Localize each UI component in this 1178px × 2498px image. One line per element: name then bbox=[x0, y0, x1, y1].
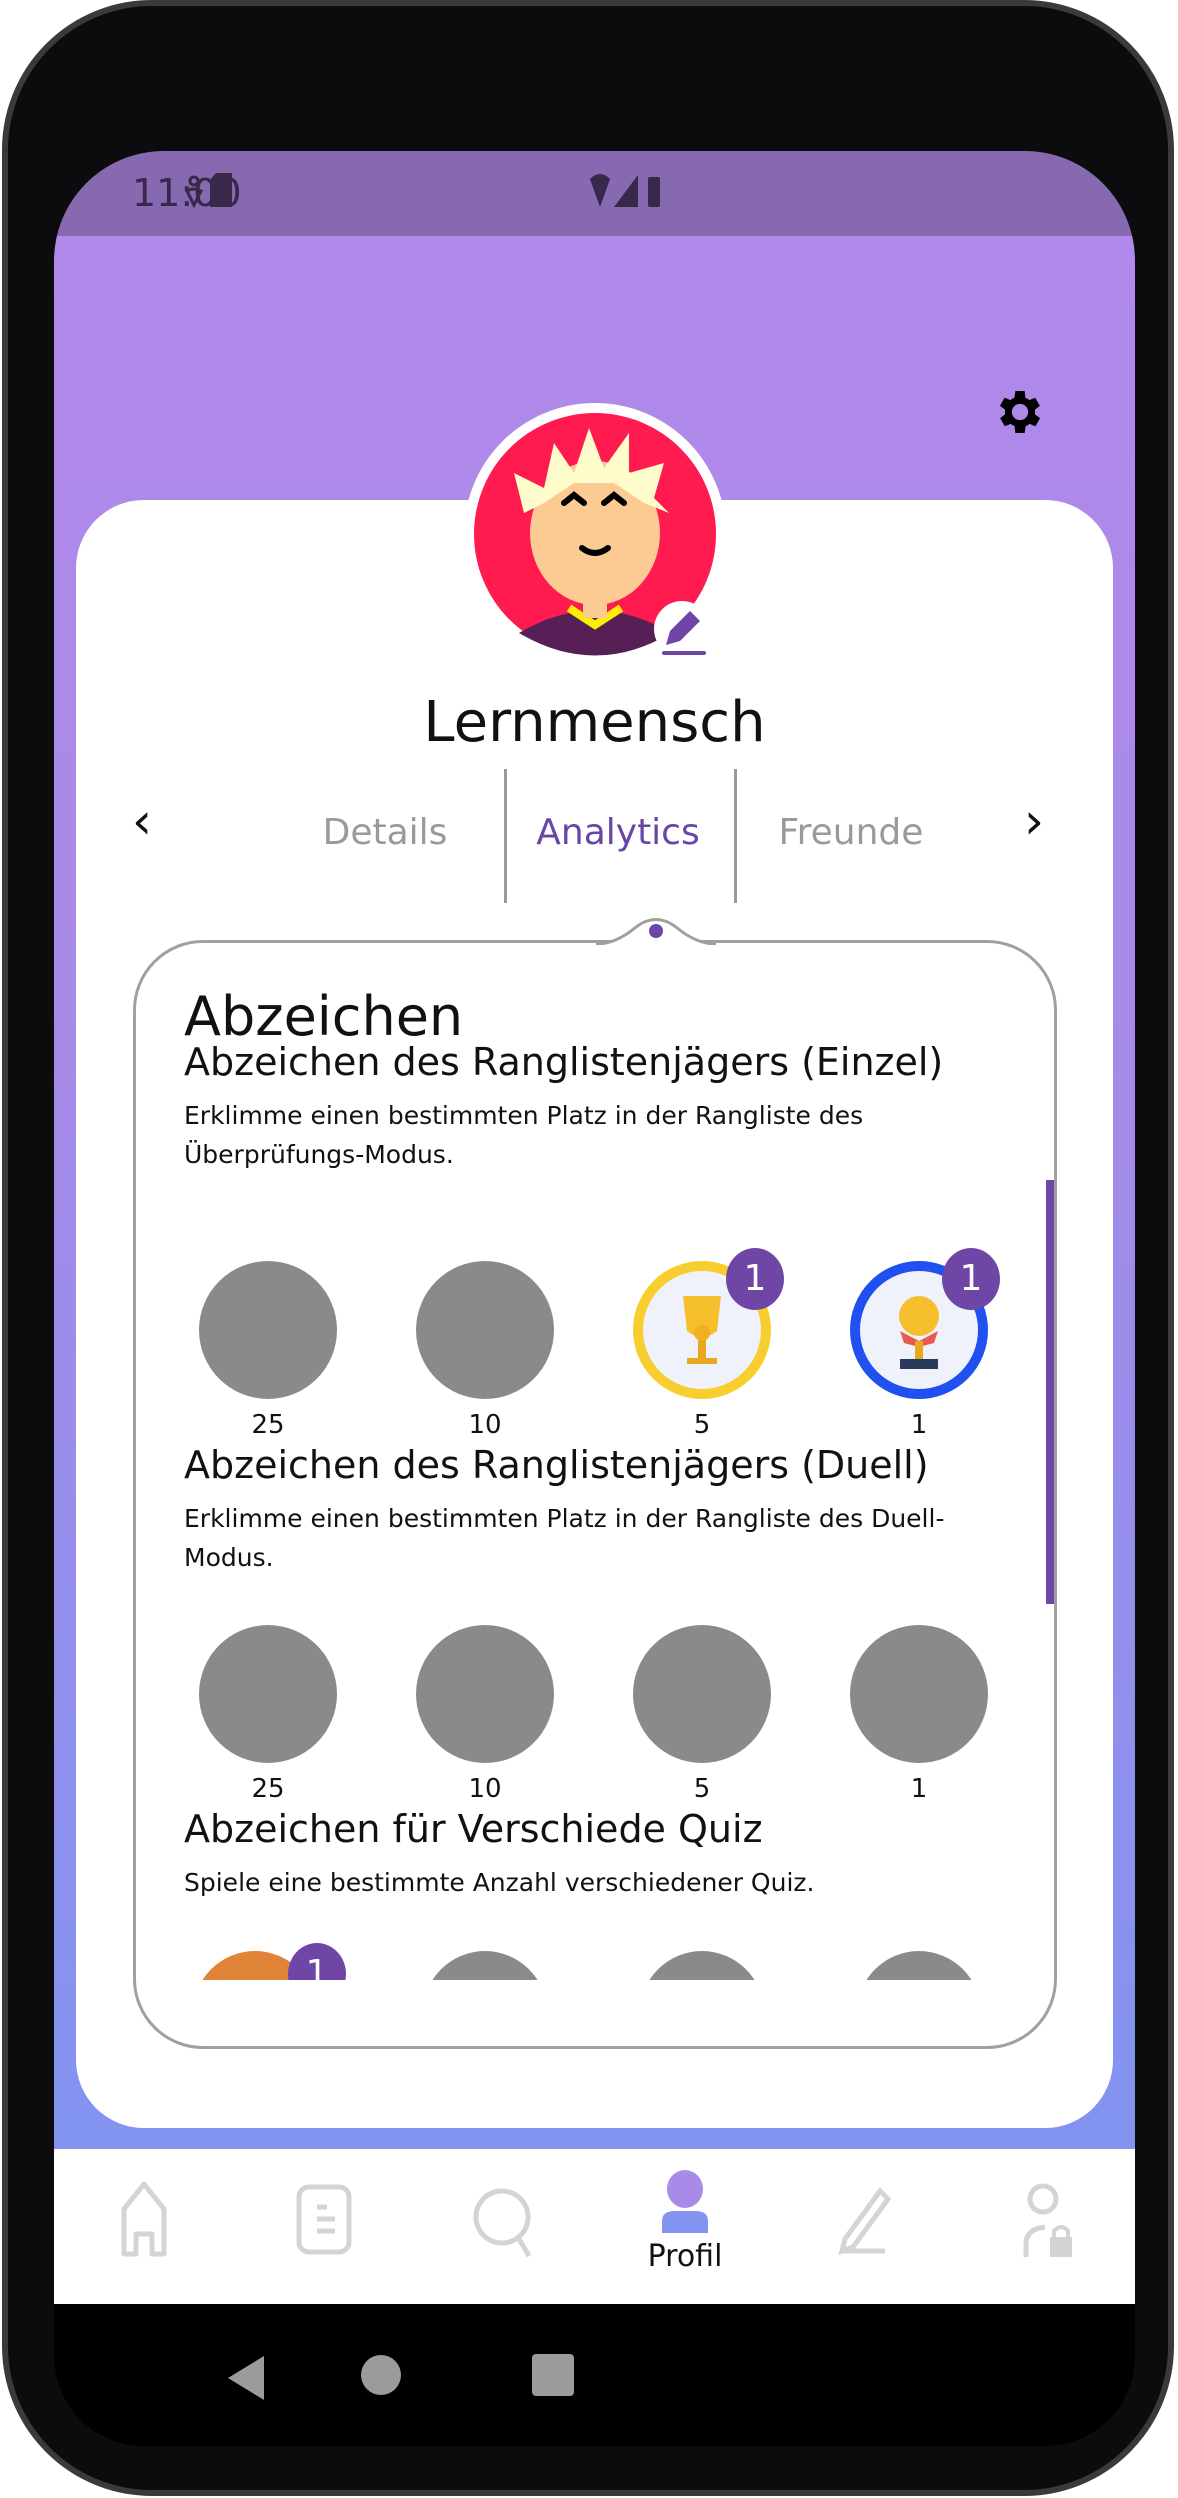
pencil-icon[interactable] bbox=[820, 2169, 910, 2279]
battery-icon bbox=[648, 177, 660, 207]
profile-screen: Lernmensch ‹ Details Analytics Freunde ›… bbox=[54, 236, 1135, 2149]
gear-icon[interactable] bbox=[992, 384, 1048, 440]
status-bar: 11:00 bbox=[54, 151, 1135, 236]
badge-label: 1 bbox=[910, 1410, 928, 1440]
nav-profile[interactable]: Profil bbox=[640, 2169, 730, 2279]
badge-locked[interactable] bbox=[416, 1261, 554, 1399]
home-icon[interactable] bbox=[99, 2169, 189, 2279]
panel-notch bbox=[596, 918, 716, 951]
badge-locked[interactable] bbox=[423, 1951, 547, 1980]
badge-label: 1 bbox=[910, 1774, 928, 1804]
badge-count: 1 bbox=[942, 1248, 1000, 1310]
badge-locked[interactable] bbox=[199, 1625, 337, 1763]
badge-label: 25 bbox=[251, 1410, 285, 1440]
profile-icon bbox=[662, 2170, 708, 2233]
tab-prev-arrow[interactable]: ‹ bbox=[132, 792, 152, 850]
badge-label: 5 bbox=[693, 1410, 711, 1440]
user-lock-icon[interactable] bbox=[1000, 2169, 1090, 2279]
connectivity-icons bbox=[590, 174, 660, 207]
active-tab-dot bbox=[649, 924, 663, 938]
badge-count: 1 bbox=[288, 1943, 346, 1980]
screen: 11:00 Lernmensch ‹ Details Analytics Fre… bbox=[54, 151, 1135, 2446]
section-title: Abzeichen des Ranglistenjägers (Duell) bbox=[184, 1443, 929, 1487]
system-nav-bar bbox=[54, 2304, 1135, 2446]
badge-locked[interactable] bbox=[850, 1625, 988, 1763]
badge-label: 25 bbox=[251, 1774, 285, 1804]
section-title: Abzeichen des Ranglistenjägers (Einzel) bbox=[184, 1040, 944, 1084]
accessibility-icon bbox=[185, 175, 203, 209]
section-title: Abzeichen für Verschiede Quiz bbox=[184, 1807, 763, 1851]
badge-locked[interactable] bbox=[199, 1261, 337, 1399]
badge-locked[interactable] bbox=[633, 1625, 771, 1763]
profile-name: Lernmensch bbox=[423, 690, 766, 755]
badge-count: 1 bbox=[726, 1248, 784, 1310]
sd-card-icon bbox=[210, 173, 232, 207]
edit-avatar-button[interactable] bbox=[654, 601, 710, 657]
nav-profile-label: Profil bbox=[647, 2239, 723, 2274]
badge-label: 10 bbox=[468, 1410, 502, 1440]
home-button-icon[interactable] bbox=[360, 2354, 402, 2396]
badges-panel: Abzeichen Abzeichen des Ranglistenjägers… bbox=[133, 940, 1057, 2049]
list-icon[interactable] bbox=[279, 2169, 369, 2279]
badge-label: 5 bbox=[693, 1774, 711, 1804]
tab-next-arrow[interactable]: › bbox=[1024, 792, 1044, 850]
badge-row-clipped: 1 bbox=[136, 1943, 1054, 1980]
wifi-icon bbox=[590, 174, 610, 207]
badge-locked[interactable] bbox=[640, 1951, 764, 1980]
badge-locked[interactable] bbox=[416, 1625, 554, 1763]
badge-locked[interactable] bbox=[857, 1951, 981, 1980]
section-description: Spiele eine bestimmte Anzahl verschieden… bbox=[184, 1868, 815, 1897]
tab-analytics[interactable]: Analytics bbox=[536, 812, 699, 853]
back-button-icon[interactable] bbox=[224, 2354, 268, 2402]
search-icon[interactable] bbox=[459, 2169, 549, 2279]
avatar[interactable] bbox=[464, 403, 726, 665]
tab-divider bbox=[504, 769, 507, 903]
badge-label: 10 bbox=[468, 1774, 502, 1804]
tab-divider bbox=[734, 769, 737, 903]
recents-button-icon[interactable] bbox=[532, 2354, 574, 2396]
phone-frame: 11:00 Lernmensch ‹ Details Analytics Fre… bbox=[2, 0, 1174, 2496]
pencil-icon bbox=[662, 611, 706, 655]
tab-freunde[interactable]: Freunde bbox=[779, 812, 924, 853]
section-description: Erklimme einen bestimmten Platz in der R… bbox=[184, 1504, 945, 1572]
profile-card: Lernmensch ‹ Details Analytics Freunde ›… bbox=[76, 500, 1113, 2128]
section-description: Erklimme einen bestimmten Platz in der R… bbox=[184, 1101, 864, 1169]
scrollbar[interactable] bbox=[1046, 1180, 1054, 1604]
signal-icon bbox=[614, 175, 638, 207]
panel-title: Abzeichen bbox=[184, 985, 464, 1048]
bottom-nav: Profil bbox=[54, 2149, 1135, 2304]
tab-details[interactable]: Details bbox=[323, 812, 448, 853]
